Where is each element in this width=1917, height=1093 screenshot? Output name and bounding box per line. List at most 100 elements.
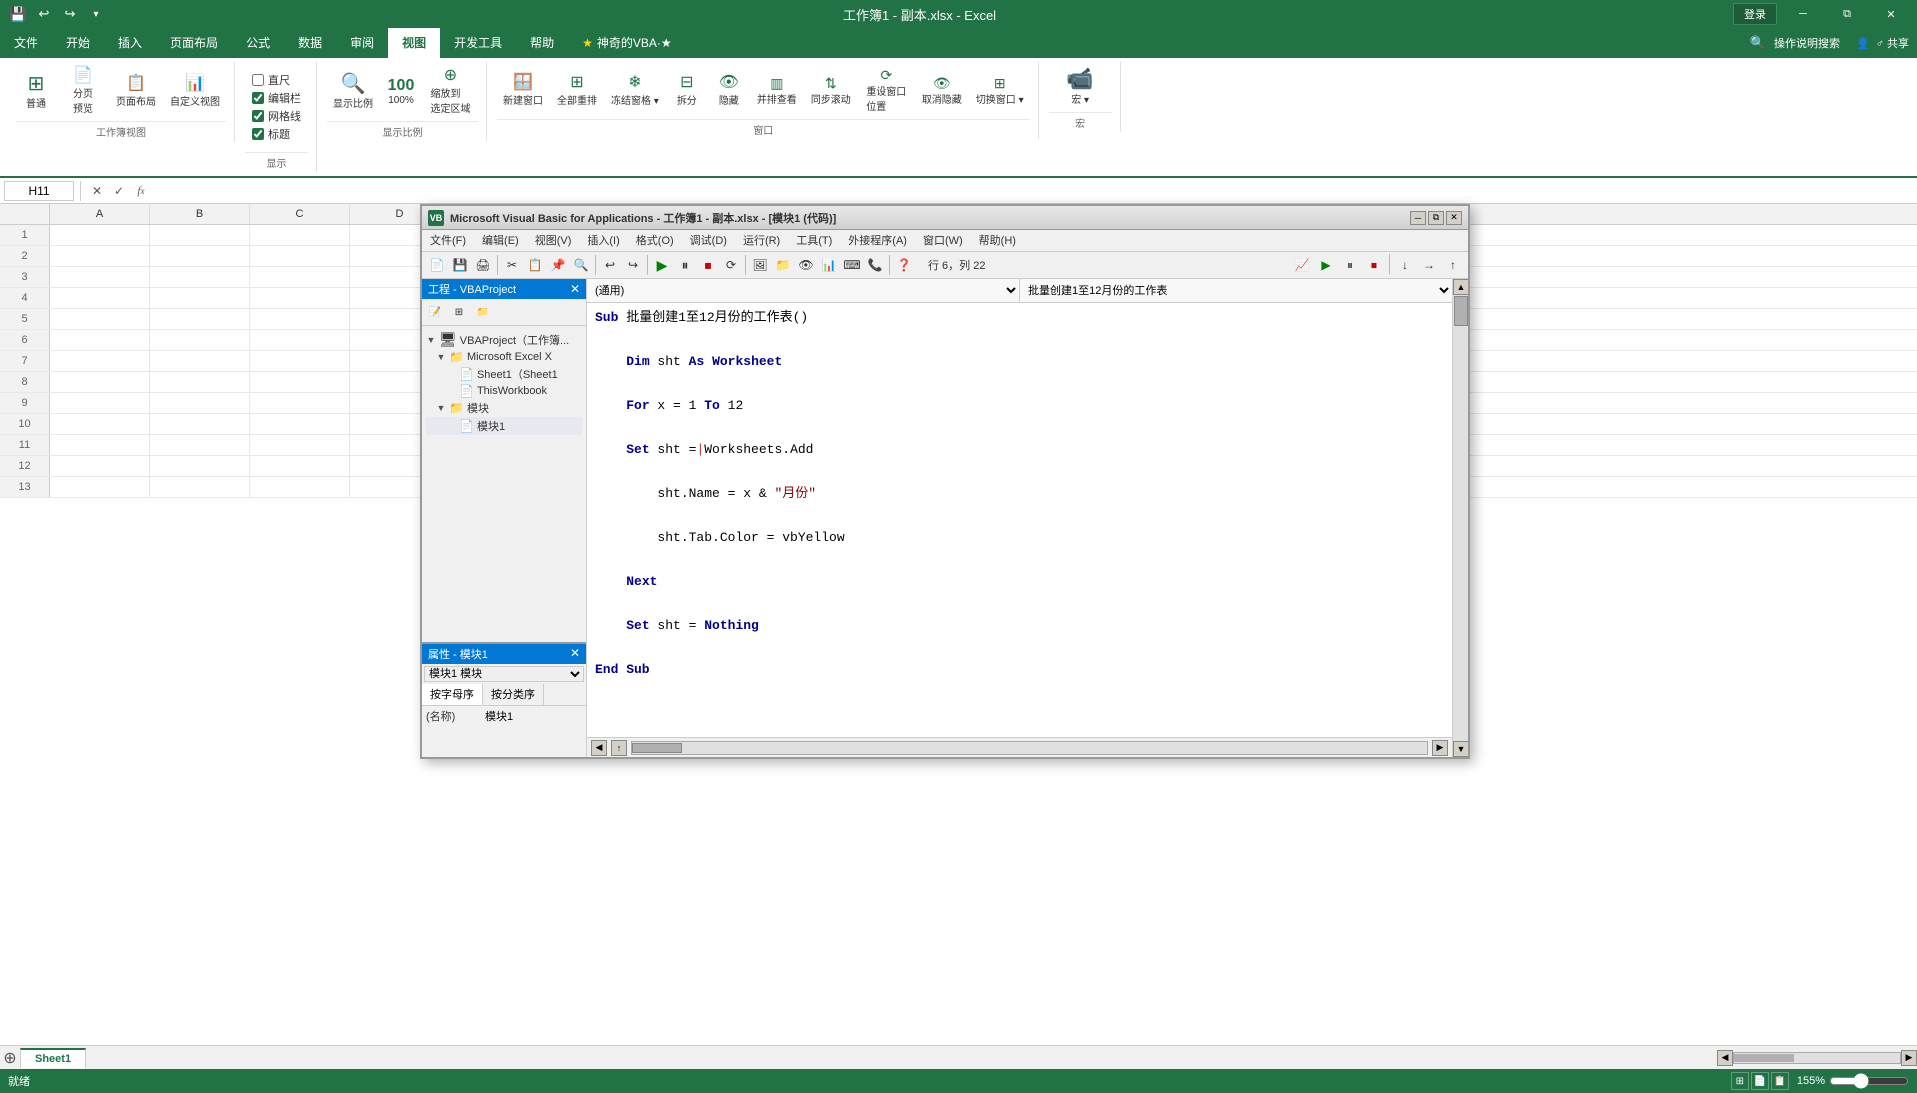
vba-play2-btn[interactable]: ▶ bbox=[1315, 254, 1337, 276]
pagelayout-view-button[interactable]: 📋 页面布局 bbox=[110, 72, 162, 112]
vba-help-btn[interactable]: ❓ bbox=[893, 254, 915, 276]
tab-data[interactable]: 数据 bbox=[284, 28, 336, 58]
cell-reference-input[interactable] bbox=[4, 181, 74, 201]
share-label[interactable]: ♂ 共享 bbox=[1876, 35, 1909, 51]
confirm-formula-icon[interactable]: ✓ bbox=[109, 181, 129, 201]
hscroll-left-btn[interactable]: ◀ bbox=[1717, 1050, 1733, 1066]
hscroll-right-btn[interactable]: ▶ bbox=[1901, 1050, 1917, 1066]
vba-print-btn[interactable]: 🖨 bbox=[472, 254, 494, 276]
tab-review[interactable]: 审阅 bbox=[336, 28, 388, 58]
cell-13-2[interactable] bbox=[250, 477, 350, 497]
col-header-b[interactable]: B bbox=[150, 204, 250, 224]
headings-input[interactable] bbox=[252, 128, 264, 140]
cell-8-0[interactable] bbox=[50, 372, 150, 392]
vba-menu-format[interactable]: 格式(O) bbox=[628, 230, 682, 252]
cell-12-2[interactable] bbox=[250, 456, 350, 476]
vba-menu-run[interactable]: 运行(R) bbox=[735, 230, 788, 252]
vba-proc-select[interactable]: 批量创建1至12月份的工作表 bbox=[1020, 279, 1452, 302]
cell-10-0[interactable] bbox=[50, 414, 150, 434]
cell-1-0[interactable] bbox=[50, 225, 150, 245]
formulabar-checkbox[interactable]: 编辑栏 bbox=[252, 90, 301, 106]
cancel-formula-icon[interactable]: ✕ bbox=[87, 181, 107, 201]
view-side-by-side-button[interactable]: ▥ 并排查看 bbox=[751, 72, 803, 110]
project-toggle-folders[interactable]: 📁 bbox=[472, 301, 494, 323]
cell-4-1[interactable] bbox=[150, 288, 250, 308]
cell-9-1[interactable] bbox=[150, 393, 250, 413]
vba-locals-btn[interactable]: 📊 bbox=[818, 254, 840, 276]
tab-insert[interactable]: 插入 bbox=[104, 28, 156, 58]
vba-menu-window[interactable]: 窗口(W) bbox=[915, 230, 971, 252]
tab-file[interactable]: 文件 bbox=[0, 28, 52, 58]
vba-close-button[interactable]: ✕ bbox=[1446, 211, 1462, 225]
login-button[interactable]: 登录 bbox=[1733, 3, 1777, 25]
headings-checkbox[interactable]: 标题 bbox=[252, 126, 301, 142]
tree-sheet1[interactable]: 📄 Sheet1（Sheet1 bbox=[426, 365, 582, 383]
search-placeholder[interactable]: 操作说明搜索 bbox=[1766, 35, 1848, 51]
vba-cut-btn[interactable]: ✂ bbox=[501, 254, 523, 276]
vba-stepover-btn[interactable]: → bbox=[1418, 254, 1440, 276]
zoom100-button[interactable]: 100 100% bbox=[381, 74, 421, 110]
props-tab-categorized[interactable]: 按分类序 bbox=[483, 684, 544, 705]
vba-undo-btn[interactable]: ↩ bbox=[599, 254, 621, 276]
cell-8-1[interactable] bbox=[150, 372, 250, 392]
sheet-tab-sheet1[interactable]: Sheet1 bbox=[20, 1048, 86, 1068]
cell-3-0[interactable] bbox=[50, 267, 150, 287]
status-pagebreak-view[interactable]: 📄 bbox=[1751, 1072, 1769, 1090]
vba-calls-btn[interactable]: 📞 bbox=[864, 254, 886, 276]
tree-modules-folder[interactable]: ▼ 📁 模块 bbox=[426, 399, 582, 417]
vba-redo-btn[interactable]: ↪ bbox=[622, 254, 644, 276]
cell-4-0[interactable] bbox=[50, 288, 150, 308]
cell-7-0[interactable] bbox=[50, 351, 150, 371]
tab-vba[interactable]: ★ 神奇的VBA·★ bbox=[568, 28, 686, 58]
vba-reset-btn[interactable]: ⟳ bbox=[720, 254, 742, 276]
pagebreak-view-button[interactable]: 📄 分页预览 bbox=[58, 64, 108, 119]
vba-menu-addins[interactable]: 外接程序(A) bbox=[840, 230, 915, 252]
zoom-slider[interactable] bbox=[1829, 1073, 1909, 1089]
status-pagelayout-view[interactable]: 📋 bbox=[1771, 1072, 1789, 1090]
status-normal-view[interactable]: ⊞ bbox=[1731, 1072, 1749, 1090]
undo-icon[interactable]: ↩ bbox=[34, 4, 54, 24]
zoom-button[interactable]: 🔍 显示比例 bbox=[327, 70, 379, 114]
ruler-input[interactable] bbox=[252, 74, 264, 86]
project-view-object[interactable]: ⊞ bbox=[448, 301, 470, 323]
cell-12-0[interactable] bbox=[50, 456, 150, 476]
cell-4-2[interactable] bbox=[250, 288, 350, 308]
cell-5-0[interactable] bbox=[50, 309, 150, 329]
tree-thisworkbook[interactable]: 📄 ThisWorkbook bbox=[426, 383, 582, 399]
vba-insert-module-btn[interactable]: 📄 bbox=[426, 254, 448, 276]
macro-button[interactable]: 📹 宏 ▾ bbox=[1060, 64, 1100, 110]
switch-window-button[interactable]: ⊞ 切换窗口 ▾ bbox=[970, 72, 1030, 110]
vba-menu-tools[interactable]: 工具(T) bbox=[788, 230, 840, 252]
col-header-a[interactable]: A bbox=[50, 204, 150, 224]
insert-function-icon[interactable]: fx bbox=[131, 181, 151, 201]
vba-menu-view[interactable]: 视图(V) bbox=[527, 230, 580, 252]
vba-restore-button[interactable]: ⧉ bbox=[1428, 211, 1444, 225]
vba-menu-insert[interactable]: 插入(I) bbox=[579, 230, 627, 252]
cell-7-1[interactable] bbox=[150, 351, 250, 371]
cell-8-2[interactable] bbox=[250, 372, 350, 392]
vba-scroll-down[interactable]: ▼ bbox=[1453, 741, 1468, 757]
props-panel-close[interactable]: ✕ bbox=[570, 646, 580, 662]
cell-9-2[interactable] bbox=[250, 393, 350, 413]
normal-view-button[interactable]: ⊞ 普通 bbox=[16, 70, 56, 114]
reset-window-button[interactable]: ⟳ 重设窗口位置 bbox=[859, 64, 914, 117]
cell-2-2[interactable] bbox=[250, 246, 350, 266]
unhide-button[interactable]: 👁 取消隐藏 bbox=[916, 72, 968, 110]
sync-scroll-button[interactable]: ⇅ 同步滚动 bbox=[805, 72, 857, 110]
arrange-all-button[interactable]: ⊞ 全部重排 bbox=[551, 71, 603, 111]
freeze-panes-button[interactable]: ❄ 冻结窗格 ▾ bbox=[605, 71, 665, 111]
vba-menu-file[interactable]: 文件(F) bbox=[422, 230, 474, 252]
vba-scroll-up[interactable]: ▲ bbox=[1453, 279, 1468, 295]
formula-input[interactable] bbox=[155, 181, 1913, 201]
col-header-c[interactable]: C bbox=[250, 204, 350, 224]
vba-explorer-btn[interactable]: 📁 bbox=[772, 254, 794, 276]
vba-vscroll-thumb[interactable] bbox=[1454, 296, 1468, 326]
vba-scope-select[interactable]: (通用) bbox=[587, 279, 1020, 302]
vba-menu-help[interactable]: 帮助(H) bbox=[971, 230, 1024, 252]
vba-copy-btn[interactable]: 📋 bbox=[524, 254, 546, 276]
ruler-checkbox[interactable]: 直尺 bbox=[252, 72, 301, 88]
cell-3-1[interactable] bbox=[150, 267, 250, 287]
cell-13-1[interactable] bbox=[150, 477, 250, 497]
zoom-selection-button[interactable]: ⊕ 缩放到选定区域 bbox=[423, 64, 478, 119]
split-button[interactable]: ⊟ 拆分 bbox=[667, 71, 707, 111]
